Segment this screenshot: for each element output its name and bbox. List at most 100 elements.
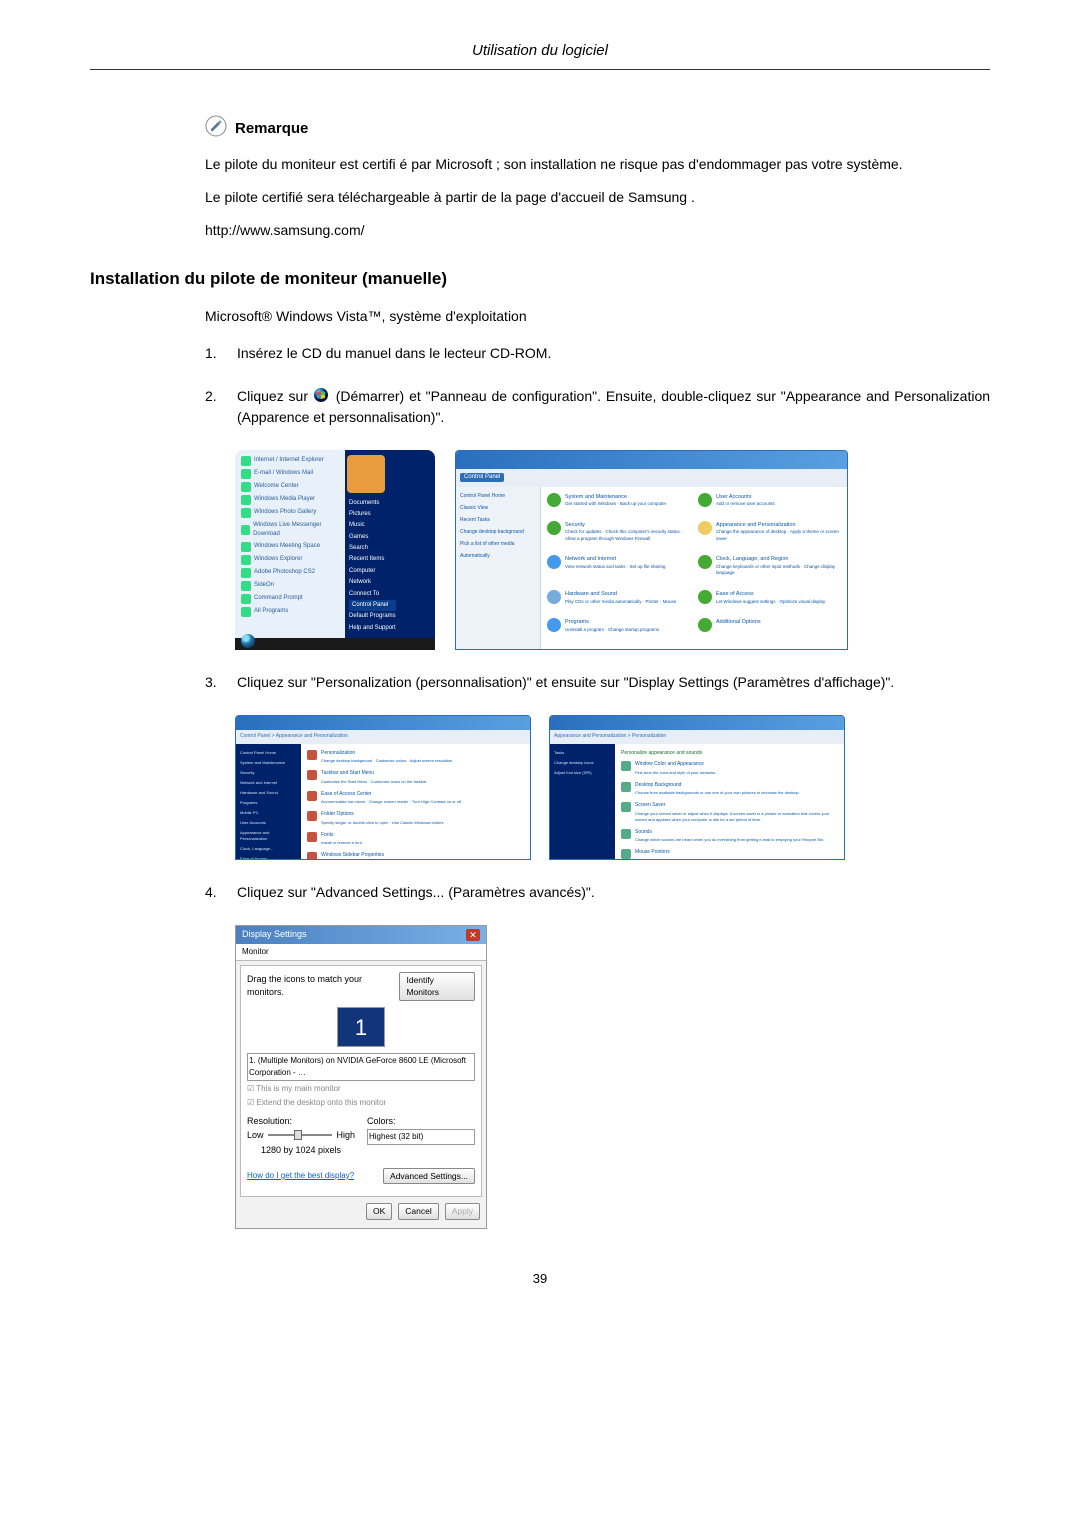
- start-orb-icon: [313, 387, 331, 403]
- side-item: Change desktop icons: [554, 760, 611, 766]
- ap-item: FontsInstall or remove a font: [307, 832, 524, 847]
- colors-select: Highest (32 bit): [367, 1129, 475, 1145]
- extend-desktop-checkbox: ☑ Extend the desktop onto this monitor: [247, 1097, 475, 1109]
- device-select: 1. (Multiple Monitors) on NVIDIA GeForce…: [247, 1053, 475, 1081]
- cp-category: SecurityCheck for updates · Check this c…: [547, 521, 690, 552]
- cp-side-item: Automatically: [460, 553, 536, 559]
- start-menu-item: Windows Photo Gallery: [241, 508, 341, 518]
- pers-item: Window Color and AppearanceFine tune the…: [621, 761, 838, 776]
- start-menu-right-item: Games: [349, 532, 396, 543]
- identify-monitors-button: Identify Monitors: [399, 972, 475, 1002]
- step-4: 4. Cliquez sur "Advanced Settings... (Pa…: [205, 882, 990, 903]
- cp-category: Appearance and PersonalizationChange the…: [698, 521, 841, 552]
- side-item: Mobile PC: [240, 810, 297, 816]
- side-item: Adjust font size (DPI): [554, 770, 611, 776]
- start-menu-item: Internet / Internet Explorer: [241, 456, 341, 466]
- ap-item: PersonalizationChange desktop background…: [307, 750, 524, 765]
- start-menu-right-item: Default Programs: [349, 611, 396, 622]
- cp-category: Network and InternetView network status …: [547, 555, 690, 586]
- step-text: Cliquez sur "Personalization (personnali…: [237, 672, 990, 693]
- pers-item: Screen SaverChange your screen saver or …: [621, 802, 838, 823]
- ap-item: Folder OptionsSpecify single- or double-…: [307, 811, 524, 826]
- start-menu-right-item: Network: [349, 577, 396, 588]
- cp-side-item: Recent Tasks: [460, 517, 536, 523]
- screenshot-control-panel: Control Panel Control Panel Home Classic …: [455, 450, 848, 650]
- start-menu-item: All Programs: [241, 607, 341, 617]
- step-number: 3.: [205, 672, 237, 693]
- page-number: 39: [90, 1269, 990, 1289]
- side-item: Control Panel Home: [240, 750, 297, 756]
- cp-category: ProgramsUninstall a program · Change sta…: [547, 618, 690, 642]
- main-monitor-checkbox: ☑ This is my main monitor: [247, 1083, 475, 1095]
- screenshot-display-settings: Display Settings ✕ Monitor Drag the icon…: [235, 925, 487, 1230]
- start-menu-right-item: Control Panel: [349, 600, 396, 611]
- start-menu-right-item: Connect To: [349, 589, 396, 600]
- step-2-post: (Démarrer) et "Panneau de configuration"…: [237, 388, 990, 425]
- cp-side-item: Classic View: [460, 505, 536, 511]
- start-menu-right-item: Documents: [349, 498, 396, 509]
- advanced-settings-button: Advanced Settings...: [383, 1168, 475, 1185]
- start-menu-item: Windows Meeting Space: [241, 542, 341, 552]
- pers-item: Desktop BackgroundChoose from available …: [621, 782, 838, 797]
- side-item: Tasks: [554, 750, 611, 756]
- step-2: 2. Cliquez sur (Démarrer) et "Panneau de…: [205, 386, 990, 428]
- address-bar: Appearance and Personalization > Persona…: [550, 730, 844, 744]
- cancel-button: Cancel: [398, 1203, 438, 1220]
- address-segment: Control Panel: [460, 473, 504, 482]
- start-menu-item: SideOn: [241, 581, 341, 591]
- os-line: Microsoft® Windows Vista™, système d'exp…: [205, 306, 990, 327]
- note-para-1: Le pilote du moniteur est certifi é par …: [205, 154, 990, 175]
- ap-item: Taskbar and Start MenuCustomize the Star…: [307, 770, 524, 785]
- start-menu-item: Windows Explorer: [241, 555, 341, 565]
- pencil-note-icon: [205, 115, 235, 145]
- slider-low: Low: [247, 1129, 264, 1143]
- tab-monitor: Monitor: [236, 944, 486, 961]
- start-menu-right-item: Music: [349, 520, 396, 531]
- cp-side-item: Change desktop background: [460, 529, 536, 535]
- pers-item: Mouse PointersPick a different mouse poi…: [621, 849, 838, 860]
- ap-item: Windows Sidebar PropertiesAdd gadgets to…: [307, 852, 524, 860]
- side-item: Hardware and Sound: [240, 790, 297, 796]
- side-item: Clock, Language...: [240, 846, 297, 852]
- side-item: Programs: [240, 800, 297, 806]
- cp-category: User AccountsAdd or remove user accounts: [698, 493, 841, 517]
- side-item: Network and Internet: [240, 780, 297, 786]
- side-item: Ease of Access: [240, 856, 297, 860]
- resolution-value: 1280 by 1024 pixels: [247, 1144, 355, 1158]
- pers-item: SoundsChange which sounds are heard when…: [621, 829, 838, 844]
- cp-category: Additional Options: [698, 618, 841, 642]
- step-number: 2.: [205, 386, 237, 407]
- note-heading: Remarque: [205, 115, 990, 145]
- side-item: Appearance and Personalization: [240, 830, 297, 842]
- note-title: Remarque: [235, 118, 308, 141]
- step-text: Cliquez sur (Démarrer) et "Panneau de co…: [237, 386, 990, 428]
- cp-category: Ease of AccessLet Windows suggest settin…: [698, 590, 841, 614]
- page-header: Utilisation du logiciel: [90, 40, 990, 70]
- slider-high: High: [336, 1129, 355, 1143]
- cp-category: Clock, Language, and RegionChange keyboa…: [698, 555, 841, 586]
- side-item: Security: [240, 770, 297, 776]
- start-menu-item: Windows Media Player: [241, 495, 341, 505]
- ok-button: OK: [366, 1203, 392, 1220]
- step-text: Cliquez sur "Advanced Settings... (Param…: [237, 882, 990, 903]
- resolution-label: Resolution:: [247, 1115, 355, 1129]
- section-heading: Installation du pilote de moniteur (manu…: [90, 266, 990, 292]
- display-settings-title: Display Settings: [242, 928, 307, 942]
- note-url: http://www.samsung.com/: [205, 220, 990, 241]
- start-menu-item: Adobe Photoshop CS2: [241, 568, 341, 578]
- screenshot-start-menu: Internet / Internet ExplorerE-mail / Win…: [235, 450, 435, 650]
- cp-side-item: Control Panel Home: [460, 493, 536, 499]
- start-orb-icon: [241, 634, 255, 648]
- cp-side-item: Pick a list of other media: [460, 541, 536, 547]
- start-menu-item: Welcome Center: [241, 482, 341, 492]
- start-menu-right-item: Pictures: [349, 509, 396, 520]
- ap-item: Ease of Access CenterAccommodate low vis…: [307, 791, 524, 806]
- step-number: 4.: [205, 882, 237, 903]
- step-1: 1. Insérez le CD du manuel dans le lecte…: [205, 343, 990, 364]
- start-menu-item: Command Prompt: [241, 594, 341, 604]
- colors-label: Colors:: [367, 1115, 475, 1129]
- start-menu-right-item: Recent Items: [349, 554, 396, 565]
- screenshot-appearance-personalization: Control Panel > Appearance and Personali…: [235, 715, 531, 860]
- step-number: 1.: [205, 343, 237, 364]
- note-para-2: Le pilote certifié sera téléchargeable à…: [205, 187, 990, 208]
